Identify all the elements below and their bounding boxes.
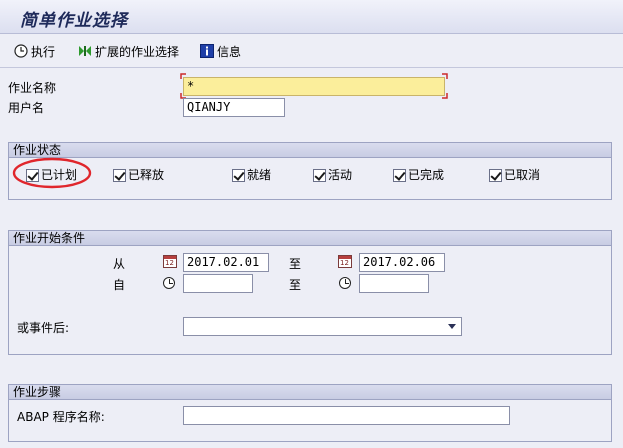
user-name-field[interactable]: QIANJY: [183, 98, 285, 117]
status-released-label: 已释放: [128, 168, 165, 182]
info-button[interactable]: 信息: [200, 42, 241, 60]
checkbox-checked-icon: [232, 168, 245, 182]
date-to-field[interactable]: 2017.02.06: [359, 253, 445, 272]
checkbox-checked-icon: [393, 168, 406, 182]
highlight-circle-annotation: [12, 157, 92, 189]
event-dropdown[interactable]: [183, 317, 462, 336]
clock-icon[interactable]: [163, 277, 175, 289]
status-active-checkbox[interactable]: 活动: [313, 168, 352, 182]
job-step-header: 作业步骤: [9, 385, 611, 400]
status-finished-label: 已完成: [408, 168, 445, 182]
calendar-icon[interactable]: 12: [163, 255, 177, 268]
program-name-label: ABAP 程序名称:: [17, 410, 105, 424]
job-name-label: 作业名称: [8, 81, 57, 95]
time-to-label: 至: [289, 278, 302, 292]
execute-label: 执行: [31, 44, 56, 59]
job-status-header: 作业状态: [9, 143, 611, 158]
title-bar: 简单作业选择: [0, 0, 623, 34]
status-active-label: 活动: [328, 168, 353, 182]
execute-clock-icon: [14, 44, 28, 58]
execute-button[interactable]: 执行: [14, 42, 55, 60]
start-conditions-header: 作业开始条件: [9, 231, 611, 246]
required-field-marker: [180, 73, 448, 99]
info-label: 信息: [217, 44, 242, 59]
calendar-icon[interactable]: 12: [338, 255, 352, 268]
extended-selection-button[interactable]: 扩展的作业选择: [78, 42, 179, 60]
date-from-field[interactable]: 2017.02.01: [183, 253, 269, 272]
status-released-checkbox[interactable]: 已释放: [113, 168, 164, 182]
chevron-down-icon: [448, 324, 456, 329]
time-from-label: 自: [113, 278, 126, 292]
page-title: 简单作业选择: [20, 11, 128, 31]
program-name-field[interactable]: [183, 406, 510, 425]
extended-selection-label: 扩展的作业选择: [95, 44, 180, 59]
status-ready-checkbox[interactable]: 就绪: [232, 168, 271, 182]
extended-selection-icon: [78, 44, 92, 58]
toolbar: 执行 扩展的作业选择 信息: [0, 34, 623, 68]
status-ready-label: 就绪: [247, 168, 272, 182]
info-icon: [200, 44, 214, 58]
date-from-label: 从: [113, 257, 126, 271]
user-name-label: 用户名: [8, 101, 45, 115]
event-label: 或事件后:: [17, 321, 70, 335]
start-conditions-group: 作业开始条件: [8, 230, 612, 355]
date-to-label: 至: [289, 257, 302, 271]
status-canceled-label: 已取消: [504, 168, 541, 182]
checkbox-checked-icon: [113, 168, 126, 182]
clock-icon[interactable]: [339, 277, 351, 289]
time-from-field[interactable]: [183, 274, 253, 293]
status-canceled-checkbox[interactable]: 已取消: [489, 168, 540, 182]
status-finished-checkbox[interactable]: 已完成: [393, 168, 444, 182]
checkbox-checked-icon: [489, 168, 502, 182]
time-to-field[interactable]: [359, 274, 429, 293]
checkbox-checked-icon: [313, 168, 326, 182]
